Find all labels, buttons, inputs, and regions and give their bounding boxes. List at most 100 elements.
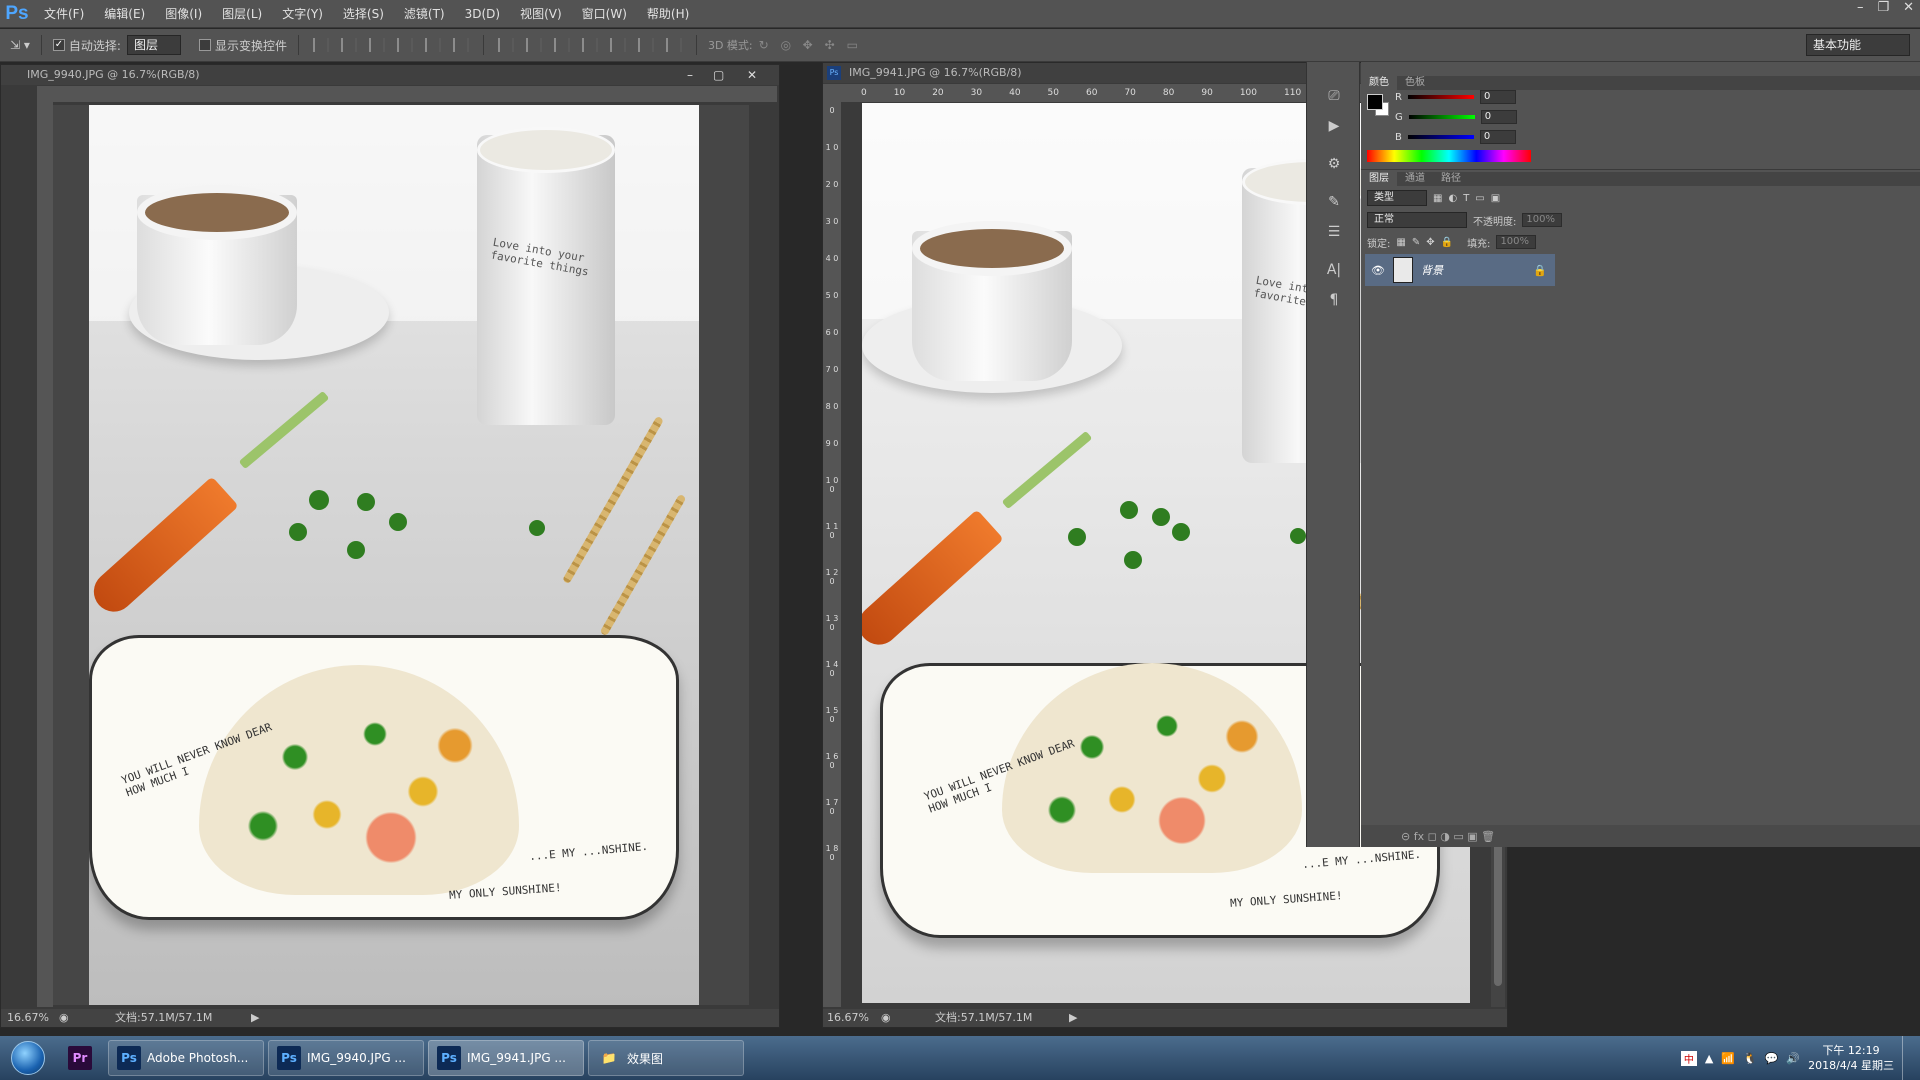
- filter-smart-icon[interactable]: ▣: [1491, 193, 1500, 204]
- filter-adjust-icon[interactable]: ◐: [1448, 193, 1457, 204]
- align-vcenter-icon[interactable]: [340, 38, 357, 52]
- fill-value[interactable]: 100%: [1496, 235, 1537, 249]
- taskbar-img9940[interactable]: Ps IMG_9940.JPG ...: [268, 1040, 424, 1076]
- menu-layer[interactable]: 图层(L): [212, 0, 272, 28]
- menu-view[interactable]: 视图(V): [510, 0, 572, 28]
- wechat-icon[interactable]: 💬: [1765, 1052, 1779, 1065]
- show-transform-checkbox[interactable]: 显示变换控件: [198, 36, 287, 54]
- taskbar-img9941[interactable]: Ps IMG_9941.JPG ...: [428, 1040, 584, 1076]
- filter-shape-icon[interactable]: ▭: [1475, 193, 1484, 204]
- doc2-zoom[interactable]: 16.67%: [827, 1009, 869, 1027]
- lock-move-icon[interactable]: ✥: [1426, 237, 1434, 248]
- doc1-zoom[interactable]: 16.67%: [7, 1009, 49, 1027]
- auto-align-icon[interactable]: [665, 38, 682, 52]
- doc1-close-icon[interactable]: ✕: [747, 65, 757, 85]
- layer-name[interactable]: 背景: [1421, 262, 1443, 278]
- brush-panel-icon[interactable]: ✎: [1314, 190, 1354, 214]
- status-arrow-icon[interactable]: ▶: [251, 1009, 259, 1027]
- filter-pixel-icon[interactable]: ▦: [1433, 193, 1442, 204]
- taskbar-folder[interactable]: 📁 效果图: [588, 1040, 744, 1076]
- paragraph-panel-icon[interactable]: ¶: [1314, 288, 1354, 312]
- align-bottom-icon[interactable]: [368, 38, 385, 52]
- blend-mode-dropdown[interactable]: 正常: [1367, 212, 1467, 228]
- color-spectrum[interactable]: [1367, 150, 1531, 162]
- distribute-right-icon[interactable]: [637, 38, 654, 52]
- menu-help[interactable]: 帮助(H): [637, 0, 699, 28]
- ime-icon[interactable]: 中: [1680, 1050, 1697, 1066]
- doc1-minimize-icon[interactable]: –: [687, 65, 693, 85]
- actions-panel-icon[interactable]: ▶: [1314, 114, 1354, 138]
- menu-file[interactable]: 文件(F): [34, 0, 94, 28]
- character-panel-icon[interactable]: A|: [1314, 258, 1354, 282]
- tray-expand-icon[interactable]: ▲: [1705, 1052, 1713, 1065]
- tab-swatches[interactable]: 色板: [1397, 76, 1433, 90]
- align-top-icon[interactable]: [312, 38, 329, 52]
- align-right-icon[interactable]: [452, 38, 469, 52]
- distribute-bottom-icon[interactable]: [553, 38, 570, 52]
- distribute-left-icon[interactable]: [581, 38, 598, 52]
- menu-filter[interactable]: 滤镜(T): [394, 0, 455, 28]
- minimize-icon[interactable]: –: [1857, 0, 1864, 16]
- r-value[interactable]: 0: [1479, 90, 1516, 104]
- menu-edit[interactable]: 编辑(E): [94, 0, 155, 28]
- taskbar-premiere[interactable]: Pr: [56, 1040, 104, 1076]
- document-window-1[interactable]: IMG_9940.JPG @ 16.7%(RGB/8) – ▢ ✕ Love i…: [0, 64, 780, 1028]
- qq-icon[interactable]: 🐧: [1743, 1052, 1757, 1065]
- g-slider[interactable]: [1408, 115, 1475, 119]
- menu-3d[interactable]: 3D(D): [455, 0, 510, 28]
- g-value[interactable]: 0: [1480, 110, 1517, 124]
- restore-icon[interactable]: ❐: [1877, 0, 1889, 16]
- adjust-panel-icon[interactable]: ☰: [1314, 220, 1354, 244]
- ps-logo[interactable]: Ps: [0, 0, 34, 28]
- menu-window[interactable]: 窗口(W): [572, 0, 637, 28]
- 3d-scale-icon[interactable]: ▭: [847, 36, 863, 54]
- workspace-dropdown[interactable]: 基本功能: [1806, 34, 1910, 56]
- align-left-icon[interactable]: [396, 38, 413, 52]
- fg-color-chip[interactable]: [1367, 94, 1383, 110]
- align-hcenter-icon[interactable]: [424, 38, 441, 52]
- auto-select-checkbox[interactable]: ✓ 自动选择:: [52, 36, 121, 54]
- b-slider[interactable]: [1407, 135, 1474, 139]
- volume-icon[interactable]: 🔊: [1786, 1052, 1800, 1065]
- menu-type[interactable]: 文字(Y): [272, 0, 333, 28]
- doc1-maximize-icon[interactable]: ▢: [713, 65, 724, 85]
- properties-panel-icon[interactable]: ⚙: [1314, 152, 1354, 176]
- layer-filter-dropdown[interactable]: 类型: [1367, 190, 1427, 206]
- menu-image[interactable]: 图像(I): [155, 0, 212, 28]
- clock[interactable]: 下午 12:19 2018/4/4 星期三: [1808, 1043, 1894, 1073]
- history-panel-icon[interactable]: ⎚: [1314, 84, 1354, 108]
- lock-pixels-icon[interactable]: ▦: [1396, 237, 1405, 248]
- show-desktop-button[interactable]: [1902, 1036, 1912, 1080]
- distribute-top-icon[interactable]: [497, 38, 514, 52]
- visibility-eye-icon[interactable]: 👁: [1371, 264, 1385, 277]
- b-value[interactable]: 0: [1479, 130, 1516, 144]
- opacity-value[interactable]: 100%: [1522, 213, 1563, 227]
- doc1-title-bar[interactable]: IMG_9940.JPG @ 16.7%(RGB/8) – ▢ ✕: [1, 65, 779, 85]
- close-icon[interactable]: ✕: [1903, 0, 1914, 16]
- status-arrow-icon[interactable]: ▶: [1069, 1009, 1077, 1027]
- layer-background[interactable]: 👁 背景 🔒: [1365, 254, 1555, 286]
- taskbar-photoshop[interactable]: Ps Adobe Photosh...: [108, 1040, 264, 1076]
- layer-actions-icons[interactable]: ⊝ fx ◻ ◑ ▭ ▣ 🗑: [1401, 830, 1495, 843]
- lock-brush-icon[interactable]: ✎: [1412, 237, 1420, 248]
- 3d-rotate-icon[interactable]: ↻: [759, 36, 775, 54]
- status-info-icon[interactable]: ◉: [881, 1009, 891, 1027]
- status-info-icon[interactable]: ◉: [59, 1009, 69, 1027]
- lock-all-icon[interactable]: 🔒: [1441, 237, 1453, 248]
- tab-color[interactable]: 颜色: [1361, 76, 1397, 90]
- tab-layers[interactable]: 图层: [1361, 172, 1397, 186]
- network-icon[interactable]: 📶: [1721, 1052, 1735, 1065]
- 3d-roll-icon[interactable]: ◎: [781, 36, 797, 54]
- auto-select-dropdown[interactable]: 图层: [126, 35, 181, 55]
- tab-paths[interactable]: 路径: [1433, 172, 1469, 186]
- menu-select[interactable]: 选择(S): [333, 0, 394, 28]
- distribute-vcenter-icon[interactable]: [525, 38, 542, 52]
- 3d-drag-icon[interactable]: ✥: [803, 36, 819, 54]
- move-tool-preset-icon[interactable]: ⇲ ▾: [10, 36, 30, 54]
- doc1-canvas[interactable]: Love into your favorite things YOU WILL …: [53, 105, 749, 1005]
- tab-channels[interactable]: 通道: [1397, 172, 1433, 186]
- start-button[interactable]: [0, 1036, 56, 1080]
- filter-type-icon[interactable]: T: [1463, 193, 1469, 204]
- distribute-hcenter-icon[interactable]: [609, 38, 626, 52]
- 3d-slide-icon[interactable]: ✣: [825, 36, 841, 54]
